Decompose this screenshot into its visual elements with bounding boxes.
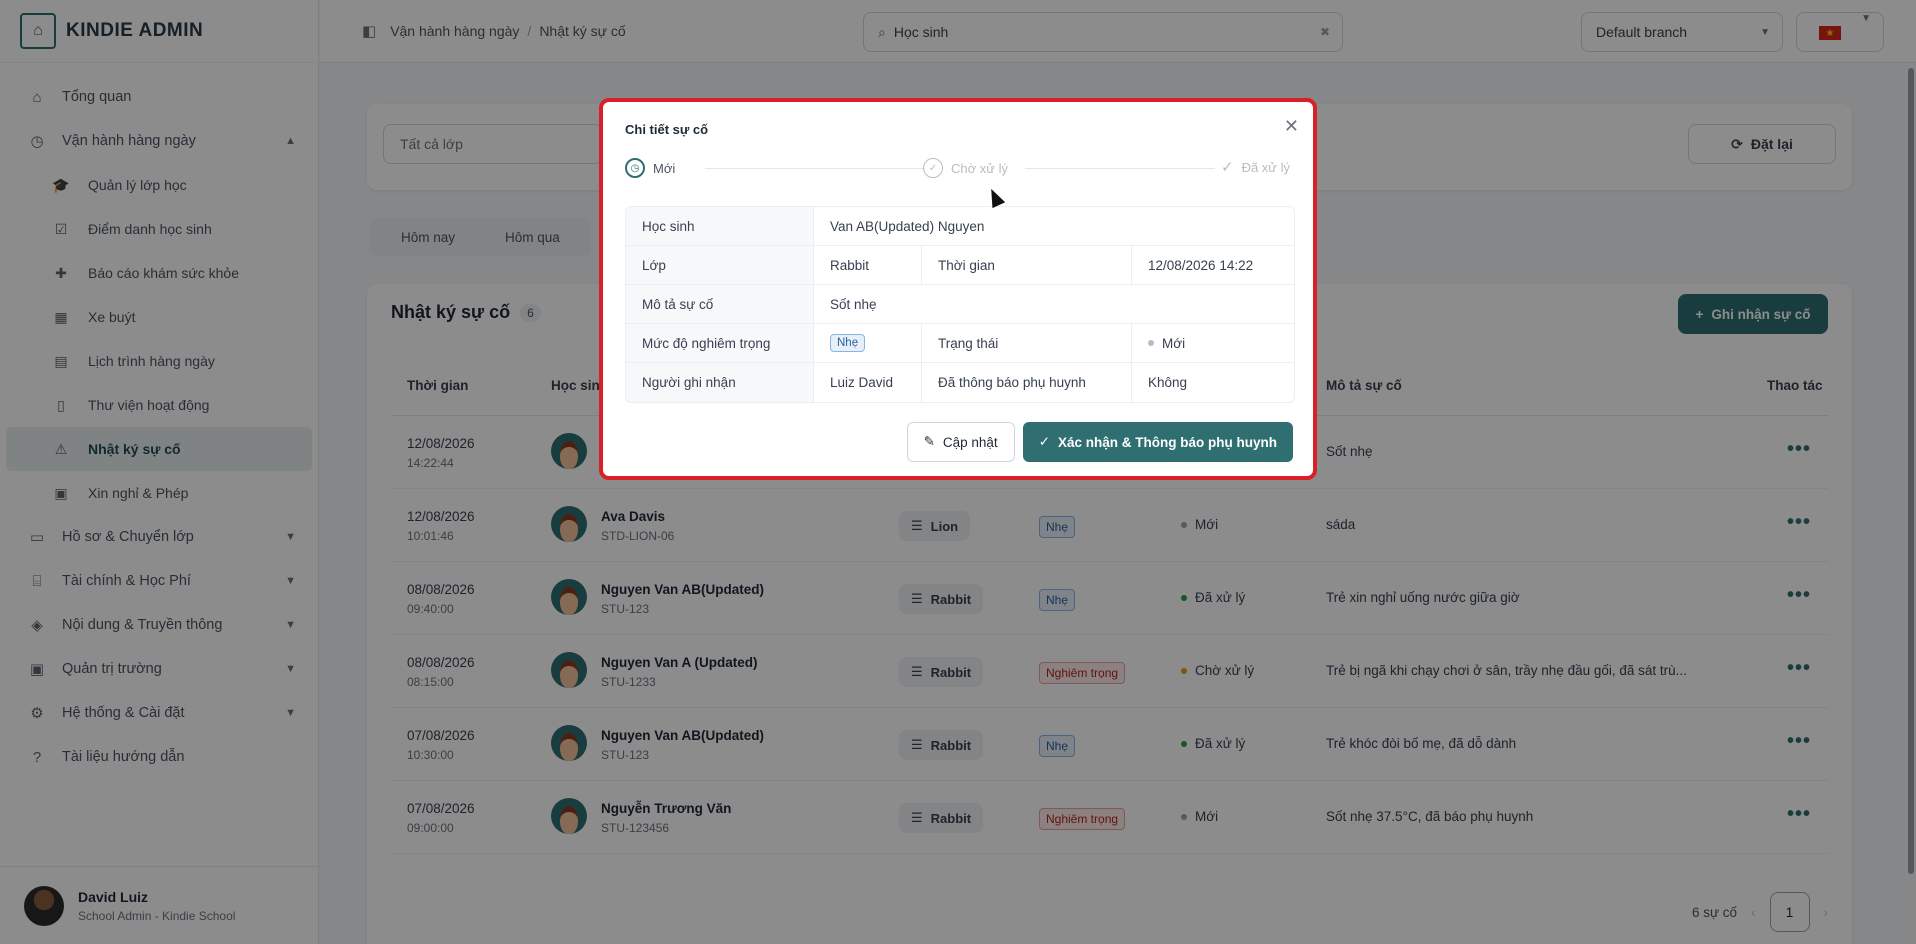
close-icon[interactable]: ✕ xyxy=(1284,116,1299,137)
detail-row-class-time: Lớp Rabbit Thời gian 12/08/2026 14:22 xyxy=(626,246,1294,285)
status-dot xyxy=(1148,340,1154,346)
detail-notified: Không xyxy=(1148,375,1188,390)
detail-status: Mới xyxy=(1132,324,1185,362)
check-icon: ✓ xyxy=(1221,159,1234,176)
step-pending-label: Chờ xử lý xyxy=(951,160,1008,176)
detail-label: Mô tả sự cố xyxy=(626,285,814,323)
detail-label: Học sinh xyxy=(626,207,814,245)
detail-description: Sốt nhẹ xyxy=(830,296,877,312)
confirm-notify-label: Xác nhận & Thông báo phụ huynh xyxy=(1058,434,1277,450)
detail-label: Lớp xyxy=(626,246,814,284)
status-stepper: ◷ Mới ✓ Chờ xử lý ✓ Đã xử lý xyxy=(625,158,1295,180)
update-label: Cập nhật xyxy=(942,434,998,450)
confirm-notify-button[interactable]: ✓ Xác nhận & Thông báo phụ huynh xyxy=(1022,422,1293,462)
step-done-label: Đã xử lý xyxy=(1241,159,1291,175)
step-connector xyxy=(1025,168,1215,169)
detail-row-severity-status: Mức độ nghiêm trọng Nhẹ Trạng thái Mới xyxy=(626,324,1294,363)
step-connector xyxy=(705,168,925,169)
detail-label: Người ghi nhận xyxy=(626,363,814,402)
check-circle-icon: ✓ xyxy=(923,158,943,178)
detail-label: Đã thông báo phụ huynh xyxy=(922,363,1132,402)
detail-row-description: Mô tả sự cố Sốt nhẹ xyxy=(626,285,1294,324)
detail-time: 12/08/2026 14:22 xyxy=(1148,257,1254,273)
detail-label: Thời gian xyxy=(922,246,1132,284)
detail-row-reporter-notified: Người ghi nhận Luiz David Đã thông báo p… xyxy=(626,363,1294,402)
detail-label: Mức độ nghiêm trọng xyxy=(626,324,814,362)
modal-actions: ✎ Cập nhật ✓ Xác nhận & Thông báo phụ hu… xyxy=(906,422,1293,462)
step-pending: ✓ Chờ xử lý xyxy=(923,158,1008,178)
detail-row-student: Học sinh Van AB(Updated) Nguyen xyxy=(626,207,1294,246)
detail-student: Van AB(Updated) Nguyen xyxy=(830,218,985,234)
detail-severity: Nhẹ xyxy=(814,324,922,362)
pencil-icon: ✎ xyxy=(923,434,935,449)
update-button[interactable]: ✎ Cập nhật xyxy=(906,422,1015,462)
step-new-label: Mới xyxy=(653,160,676,176)
check-circle-icon: ✓ xyxy=(1038,434,1050,449)
detail-class: Rabbit xyxy=(814,246,922,284)
clock-icon: ◷ xyxy=(625,158,645,178)
step-new: ◷ Mới xyxy=(625,158,675,178)
detail-status-text: Mới xyxy=(1162,335,1186,351)
detail-reporter: Luiz David xyxy=(814,363,922,402)
incident-detail-modal: Chi tiết sự cố ✕ ◷ Mới ✓ Chờ xử lý ✓ Đã … xyxy=(599,98,1317,480)
detail-label: Trạng thái xyxy=(922,324,1132,362)
step-done: ✓ Đã xử lý xyxy=(1221,158,1290,176)
severity-badge: Nhẹ xyxy=(830,334,866,352)
incident-details: Học sinh Van AB(Updated) Nguyen Lớp Rabb… xyxy=(625,206,1295,403)
modal-title: Chi tiết sự cố xyxy=(625,122,709,137)
page-scrollbar[interactable] xyxy=(1908,68,1914,874)
